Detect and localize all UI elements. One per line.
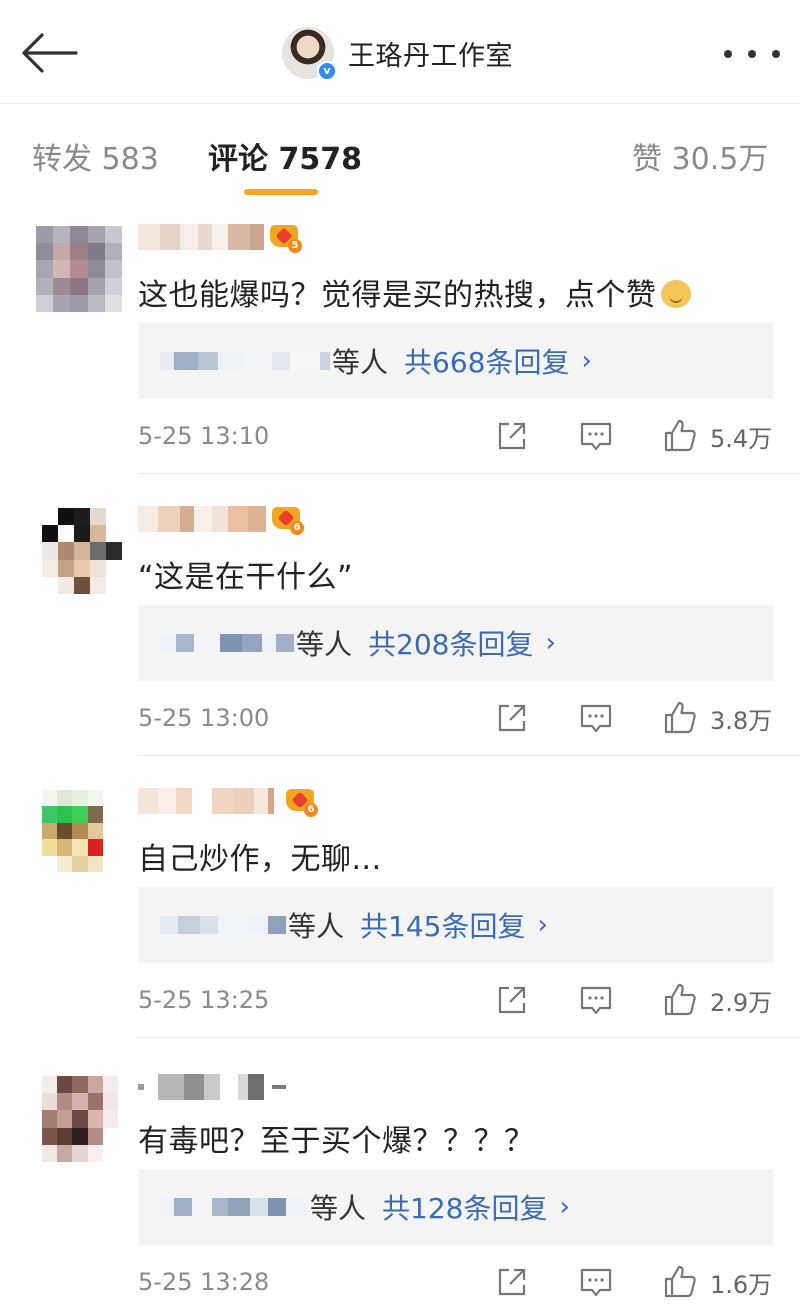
comment-meta: 5-25 13:28 1.6万: [138, 1264, 774, 1304]
comment-item: 有毒吧？至于买个爆？？？？ 等人 共128条回复 › 5-25 13:28 1.…: [0, 1046, 800, 1308]
page-title: 王珞丹工作室: [348, 40, 513, 72]
vip-crown-icon: 5: [268, 221, 302, 253]
comment-text: “这是在干什么”: [138, 560, 354, 595]
like-button[interactable]: 1.6万: [662, 1264, 772, 1300]
divider: [138, 1037, 800, 1038]
username-redacted[interactable]: 6: [138, 503, 304, 535]
tab-bar: 转发 583 评论 7578 赞 30.5万: [0, 104, 800, 200]
more-dots-icon[interactable]: [724, 48, 780, 60]
replies-preview[interactable]: 等人 共208条回复 ›: [138, 605, 774, 681]
account-avatar: v: [282, 27, 337, 81]
like-count: 5.4万: [710, 424, 773, 453]
divider: [138, 473, 800, 474]
thumbs-up-icon: [664, 701, 696, 734]
comment-item: 6 “这是在干什么” 等人 共208条回复 › 5-25 13:00 3.8万: [0, 482, 800, 764]
replies-preview[interactable]: 等人 共668条回复 ›: [138, 323, 774, 399]
avatar[interactable]: [42, 790, 118, 872]
comment-icon[interactable]: [578, 700, 614, 736]
comment-icon[interactable]: [578, 1264, 614, 1300]
chevron-right-icon: ›: [581, 346, 592, 376]
like-button[interactable]: 5.4万: [662, 418, 772, 454]
comment-text: 有毒吧？至于买个爆？？？？: [138, 1124, 535, 1159]
username-redacted[interactable]: [138, 1072, 286, 1102]
avatar[interactable]: [42, 1076, 118, 1162]
like-count: 3.8万: [710, 706, 773, 735]
reply-names-redacted: [160, 913, 286, 937]
comment-item: 5 这也能爆吗？觉得是买的热搜，点个赞 等人 共668条回复 › 5-25 13…: [0, 200, 800, 482]
reply-count-link[interactable]: 共145条回复: [360, 905, 525, 945]
comment-meta: 5-25 13:10 5.4万: [138, 418, 774, 458]
reply-count-link[interactable]: 共128条回复: [382, 1187, 547, 1227]
thumbs-up-icon: [664, 983, 696, 1016]
comment-time: 5-25 13:00: [138, 704, 270, 732]
reply-names-redacted: [160, 1195, 308, 1219]
top-bar: v 王珞丹工作室: [0, 0, 800, 104]
comment-time: 5-25 13:10: [138, 422, 270, 450]
chevron-right-icon: ›: [537, 910, 548, 940]
comment-time: 5-25 13:25: [138, 986, 270, 1014]
share-icon[interactable]: [494, 418, 530, 454]
comment-icon[interactable]: [578, 982, 614, 1018]
like-button[interactable]: 2.9万: [662, 982, 772, 1018]
doge-emoji-icon: [660, 280, 691, 308]
like-button[interactable]: 3.8万: [662, 700, 772, 736]
thumbs-up-icon: [664, 1265, 696, 1298]
avatar[interactable]: [42, 508, 122, 594]
reply-count-link[interactable]: 共208条回复: [368, 623, 533, 663]
username-redacted[interactable]: 5: [138, 221, 302, 253]
reply-others-label: 等人: [332, 346, 389, 379]
replies-preview[interactable]: 等人 共128条回复 ›: [138, 1169, 774, 1245]
arrow-left-icon: [22, 33, 78, 73]
replies-preview[interactable]: 等人 共145条回复 ›: [138, 887, 774, 963]
comment-item: 6 自己炒作，无聊... 等人 共145条回复 › 5-25 13:25 2.9…: [0, 764, 800, 1046]
chevron-right-icon: ›: [545, 628, 556, 658]
tab-likes[interactable]: 赞 30.5万: [632, 134, 768, 178]
tab-comments[interactable]: 评论 7578: [208, 134, 362, 178]
reply-count-link[interactable]: 共668条回复: [404, 341, 569, 381]
share-icon[interactable]: [494, 982, 530, 1018]
verified-badge-icon: v: [317, 61, 337, 81]
vip-crown-icon: 6: [284, 785, 318, 817]
comment-icon[interactable]: [578, 418, 614, 454]
comment-meta: 5-25 13:25 2.9万: [138, 982, 774, 1022]
divider: [138, 755, 800, 756]
comment-meta: 5-25 13:00 3.8万: [138, 700, 774, 740]
reply-others-label: 等人: [310, 1192, 367, 1225]
back-button[interactable]: [20, 32, 78, 74]
account-title[interactable]: v 王珞丹工作室: [282, 26, 513, 81]
avatar[interactable]: [36, 226, 122, 312]
reply-names-redacted: [160, 631, 294, 655]
like-count: 2.9万: [710, 988, 773, 1017]
chevron-right-icon: ›: [559, 1192, 570, 1222]
username-redacted[interactable]: 6: [138, 785, 318, 817]
reply-others-label: 等人: [296, 628, 353, 661]
reply-others-label: 等人: [288, 910, 345, 943]
share-icon[interactable]: [494, 700, 530, 736]
comment-text: 这也能爆吗？觉得是买的热搜，点个赞: [138, 270, 691, 314]
like-count: 1.6万: [710, 1270, 773, 1299]
vip-crown-icon: 6: [270, 503, 304, 535]
comment-text: 自己炒作，无聊...: [138, 842, 382, 877]
comment-time: 5-25 13:28: [138, 1268, 270, 1296]
thumbs-up-icon: [664, 419, 696, 452]
tab-reposts[interactable]: 转发 583: [32, 134, 159, 178]
share-icon[interactable]: [494, 1264, 530, 1300]
active-tab-indicator: [244, 189, 318, 195]
reply-names-redacted: [160, 349, 330, 373]
